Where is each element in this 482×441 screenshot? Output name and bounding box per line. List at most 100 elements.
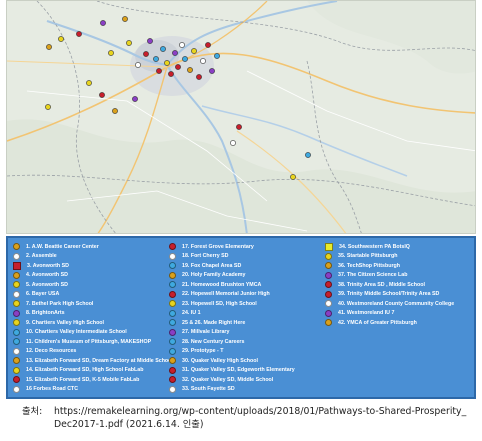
map-location-marker[interactable]: [205, 42, 211, 48]
legend-label: 6. Bayer USA: [26, 291, 60, 298]
map-location-marker[interactable]: [290, 174, 296, 180]
legend-item: 25 & 26. Made Right Here: [169, 318, 325, 328]
legend-marker-icon: [325, 290, 332, 298]
legend-item: 38. Trinity Area SD , Middle School: [325, 280, 477, 290]
map-location-marker[interactable]: [45, 104, 51, 110]
legend-label: 24. IU 1: [182, 310, 201, 317]
map-location-marker[interactable]: [164, 60, 170, 66]
legend-marker-icon: [169, 281, 176, 289]
legend-label: 12. Deco Resources: [26, 348, 77, 355]
legend-label: 27. Millvale Library: [182, 329, 230, 336]
legend-item: 42. YMCA of Greater Pittsburgh: [325, 318, 477, 328]
legend-item: 16 Forbes Road CTC: [13, 385, 169, 395]
map-location-marker[interactable]: [46, 44, 52, 50]
map-location-marker[interactable]: [122, 16, 128, 22]
source-line-2: Dec2017-1.pdf (2021.6.14. 인출): [54, 418, 204, 430]
source-line-1: 출처: https://remakelearning.org/wp-content…: [22, 406, 478, 419]
legend-marker-icon: [169, 338, 176, 346]
source-url[interactable]: https://remakelearning.org/wp-content/up…: [54, 406, 466, 417]
legend-label: 11. Children's Museum of Pittsburgh, MAK…: [26, 338, 152, 345]
legend-marker-icon: [169, 309, 176, 317]
legend-label: 36. TechShop Pittsburgh: [338, 262, 400, 269]
map-location-marker[interactable]: [187, 67, 193, 73]
map-location-marker[interactable]: [156, 68, 162, 74]
map-location-marker[interactable]: [86, 80, 92, 86]
legend-marker-icon: [13, 357, 20, 365]
legend-label: 37. The Citizen Science Lab: [338, 272, 408, 279]
map-location-marker[interactable]: [76, 31, 82, 37]
map-location-marker[interactable]: [172, 50, 178, 56]
legend-marker-icon: [13, 300, 20, 308]
legend-label: 31. Quaker Valley SD, Edgeworth Elementa…: [182, 367, 295, 374]
legend-item: 23. Hopewell SD, High School: [169, 299, 325, 309]
map-location-marker[interactable]: [143, 51, 149, 57]
legend-item: 34. Southwestern PA BotsIQ: [325, 242, 477, 252]
legend-marker-icon: [169, 319, 176, 327]
legend-item: 15. Elizabeth Forward SD, K-5 Mobile Fab…: [13, 375, 169, 385]
legend-item: 21. Homewood Brushton YMCA: [169, 280, 325, 290]
legend-item: 10. Chartiers Valley Intermediate School: [13, 328, 169, 338]
source-prefix: 출처:: [22, 406, 43, 417]
map-location-marker[interactable]: [135, 62, 141, 68]
legend-marker-icon: [13, 271, 20, 279]
legend-marker-icon: [169, 300, 176, 308]
legend-label: 18. Fort Cherry SD: [182, 253, 229, 260]
legend-label: 4. Avonworth SD: [26, 272, 68, 279]
legend-label: 8. BrightonArts: [26, 310, 65, 317]
map-location-marker[interactable]: [132, 96, 138, 102]
map-location-marker[interactable]: [196, 74, 202, 80]
legend-item: 20. Holy Family Academy: [169, 271, 325, 281]
legend-item: 7. Bethel Park High School: [13, 299, 169, 309]
legend-marker-icon: [13, 281, 20, 289]
map-location-marker[interactable]: [58, 36, 64, 42]
map-location-marker[interactable]: [100, 20, 106, 26]
map-canvas: [7, 1, 475, 233]
map-location-marker[interactable]: [179, 42, 185, 48]
legend-item: 1. A.W. Beattie Career Center: [13, 242, 169, 252]
map-location-marker[interactable]: [200, 58, 206, 64]
legend-item: 37. The Citizen Science Lab: [325, 271, 477, 281]
map-location-marker[interactable]: [236, 124, 242, 130]
urban-core: [135, 40, 179, 72]
legend-label: 29. Prototype - T: [182, 348, 224, 355]
legend-item: 11. Children's Museum of Pittsburgh, MAK…: [13, 337, 169, 347]
map-location-marker[interactable]: [168, 71, 174, 77]
legend-marker-icon: [169, 290, 176, 298]
map-legend: 1. A.W. Beattie Career Center 2. Assemble…: [6, 236, 476, 399]
legend-label: 16 Forbes Road CTC: [26, 386, 79, 393]
map-location-marker[interactable]: [191, 48, 197, 54]
legend-marker-icon: [169, 376, 176, 384]
map-location-marker[interactable]: [305, 152, 311, 158]
legend-item: 24. IU 1: [169, 309, 325, 319]
legend-item: 5. Avonworth SD: [13, 280, 169, 290]
legend-label: 34. Southwestern PA BotsIQ: [339, 243, 410, 250]
legend-marker-icon: [325, 262, 332, 270]
map-location-marker[interactable]: [182, 56, 188, 62]
legend-label: 3. Avonworth SD: [27, 262, 69, 269]
legend-item: 18. Fort Cherry SD: [169, 252, 325, 262]
map-panel: [6, 0, 476, 234]
legend-item: 4. Avonworth SD: [13, 271, 169, 281]
map-location-marker[interactable]: [209, 68, 215, 74]
legend-marker-icon: [13, 376, 20, 384]
map-location-marker[interactable]: [108, 50, 114, 56]
legend-label: 21. Homewood Brushton YMCA: [182, 281, 262, 288]
legend-label: 14. Elizabeth Forward SD, High School Fa…: [26, 367, 144, 374]
legend-label: 17. Forest Grove Elementary: [182, 243, 254, 250]
legend-label: 10. Chartiers Valley Intermediate School: [26, 329, 127, 336]
map-location-marker[interactable]: [175, 64, 181, 70]
legend-label: 32. Quaker Valley SD, Middle School: [182, 376, 274, 383]
legend-item: 27. Millvale Library: [169, 328, 325, 338]
legend-marker-icon: [325, 252, 332, 260]
map-location-marker[interactable]: [214, 53, 220, 59]
map-location-marker[interactable]: [126, 40, 132, 46]
legend-marker-icon: [13, 366, 20, 374]
legend-item: 32. Quaker Valley SD, Middle School: [169, 375, 325, 385]
map-location-marker[interactable]: [160, 46, 166, 52]
map-location-marker[interactable]: [112, 108, 118, 114]
map-location-marker[interactable]: [147, 38, 153, 44]
map-location-marker[interactable]: [99, 92, 105, 98]
legend-marker-icon: [169, 385, 176, 393]
map-location-marker[interactable]: [153, 56, 159, 62]
map-location-marker[interactable]: [230, 140, 236, 146]
